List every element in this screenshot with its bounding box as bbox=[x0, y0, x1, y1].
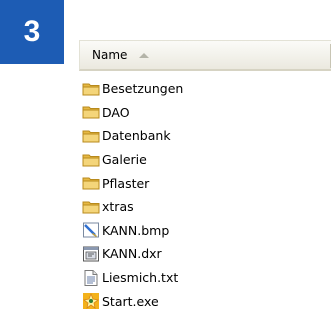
list-item-start-exe[interactable]: Start.exe bbox=[79, 289, 331, 313]
director-file-icon bbox=[83, 246, 99, 262]
file-name: xtras bbox=[102, 199, 134, 215]
list-item-galerie[interactable]: Galerie bbox=[79, 148, 331, 172]
list-item-xtras[interactable]: xtras bbox=[79, 195, 331, 219]
file-name: KANN.dxr bbox=[102, 246, 162, 262]
step-number-badge: 3 bbox=[0, 0, 64, 64]
file-name: Liesmich.txt bbox=[102, 270, 179, 286]
step-number: 3 bbox=[23, 15, 41, 48]
name-column-label: Name bbox=[92, 48, 128, 62]
file-explorer-list: Name Besetzungen DAO Datenbank Galerie P… bbox=[79, 40, 331, 333]
file-name: Pflaster bbox=[102, 175, 150, 191]
list-item-dao[interactable]: DAO bbox=[79, 101, 331, 125]
file-name: Besetzungen bbox=[102, 81, 184, 97]
list-item-besetzungen[interactable]: Besetzungen bbox=[79, 77, 331, 101]
sort-ascending-icon bbox=[139, 52, 150, 58]
text-file-icon bbox=[84, 269, 98, 286]
folder-icon bbox=[82, 177, 100, 190]
file-list: Besetzungen DAO Datenbank Galerie Pflast… bbox=[79, 77, 331, 313]
list-item-kann-dxr[interactable]: KANN.dxr bbox=[79, 242, 331, 266]
file-name: Galerie bbox=[102, 152, 147, 168]
file-name: KANN.bmp bbox=[102, 222, 170, 238]
folder-icon bbox=[82, 130, 100, 143]
bitmap-file-icon bbox=[83, 222, 99, 238]
file-name: Start.exe bbox=[102, 293, 159, 309]
name-column-header[interactable]: Name bbox=[79, 40, 331, 71]
folder-icon bbox=[82, 83, 100, 96]
file-name: DAO bbox=[102, 104, 130, 120]
file-name: Datenbank bbox=[102, 128, 171, 144]
folder-icon bbox=[82, 201, 100, 214]
folder-icon bbox=[82, 154, 100, 167]
executable-file-icon bbox=[83, 293, 99, 310]
list-item-liesmich-txt[interactable]: Liesmich.txt bbox=[79, 266, 331, 290]
folder-icon bbox=[82, 106, 100, 119]
list-item-pflaster[interactable]: Pflaster bbox=[79, 171, 331, 195]
list-item-kann-bmp[interactable]: KANN.bmp bbox=[79, 219, 331, 243]
list-item-datenbank[interactable]: Datenbank bbox=[79, 124, 331, 148]
